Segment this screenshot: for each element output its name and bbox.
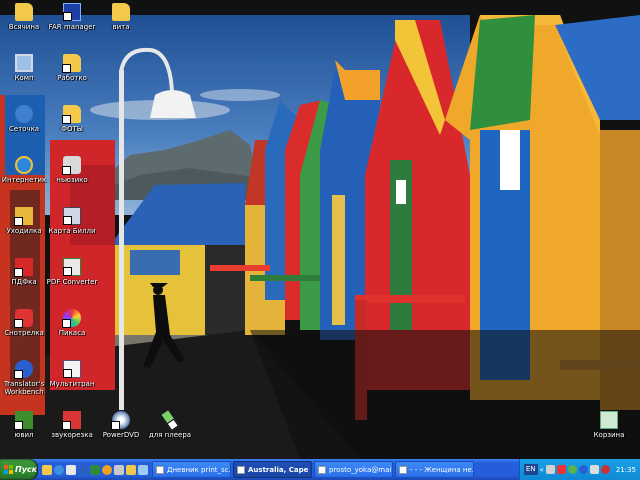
my-computer-icon xyxy=(15,54,33,72)
sound-cutter-icon xyxy=(62,411,81,430)
folder-icon xyxy=(62,54,81,73)
desktop-icon-pikasa[interactable]: Пикаса xyxy=(43,309,101,337)
desktop-icon-label: ньюзико xyxy=(56,176,88,184)
window-icon xyxy=(156,465,164,474)
pdf-icon xyxy=(14,258,33,277)
task-label: - - - Женщина не... xyxy=(410,465,474,474)
desktop-icon-label: Карта Билли xyxy=(48,227,96,235)
multitran-icon xyxy=(63,360,81,378)
desktop-icon-label: Мультитран xyxy=(49,380,95,388)
word-icon[interactable] xyxy=(78,464,88,475)
excel-icon[interactable] xyxy=(90,464,100,475)
powerdvd-icon xyxy=(111,411,130,430)
desktop-icon-rabotko[interactable]: Работко xyxy=(43,54,101,82)
browser-window-icon xyxy=(399,465,407,474)
start-label: Пуск xyxy=(15,465,38,474)
security-tray-icon[interactable] xyxy=(600,465,610,474)
taskbar-button-prosto-yoka[interactable]: prosto_yoka@mai... xyxy=(314,461,393,478)
viewer-icon xyxy=(14,309,33,328)
recycle-bin-icon xyxy=(600,411,618,429)
task-label: prosto_yoka@mai... xyxy=(329,465,393,474)
map-icon xyxy=(63,207,81,225)
desktop-icon-label: Работко xyxy=(57,74,87,82)
desktop-icon-dlya-pleera[interactable]: для плеера xyxy=(141,410,199,439)
desktop-icon-label: ФОТЫ xyxy=(61,125,83,133)
folder-icon[interactable] xyxy=(126,464,136,475)
desktop-icon-multitran[interactable]: Мультитран xyxy=(43,360,101,388)
desktop-icon-label: витa xyxy=(112,23,130,31)
taskbar-button-zhenshchina[interactable]: - - - Женщина не... xyxy=(395,461,474,478)
desktop-icon-nyuziko[interactable]: ньюзико xyxy=(43,156,101,184)
folder-icon xyxy=(112,3,130,21)
quick-launch xyxy=(38,459,152,480)
antivirus-tray-icon[interactable] xyxy=(556,465,566,474)
desktop-icon-label: PDF Converter xyxy=(46,278,98,286)
folder-icon xyxy=(15,3,33,21)
volume-tray-icon[interactable] xyxy=(589,465,599,474)
exit-icon xyxy=(14,207,33,226)
browser-icon[interactable] xyxy=(54,464,64,475)
taskbar: Пуск Дневник print_sc... Australia, Cape… xyxy=(0,459,640,480)
windows-logo-icon xyxy=(4,465,13,474)
desktop-icon-recycle-bin[interactable]: Корзина xyxy=(580,411,638,439)
yuvil-icon xyxy=(14,411,33,430)
notepad-icon[interactable] xyxy=(138,464,148,475)
calc-icon[interactable] xyxy=(114,464,124,475)
messenger-tray-icon[interactable] xyxy=(567,465,577,474)
task-label: Дневник print_sc... xyxy=(167,465,231,474)
update-tray-icon[interactable] xyxy=(578,465,588,474)
internet-explorer-icon xyxy=(15,156,33,174)
start-button[interactable]: Пуск xyxy=(0,459,38,480)
desktop: Всячина FAR manager витa Комп Работко Се… xyxy=(0,0,640,459)
folder-icon xyxy=(62,105,81,124)
taskbar-button-australia[interactable]: Australia, Cape ... xyxy=(233,461,312,478)
clock[interactable]: 21:35 xyxy=(616,466,636,474)
desktop-icon-karta-billi[interactable]: Карта Билли xyxy=(43,207,101,235)
translator-icon xyxy=(14,360,33,379)
desktop-icon-vita[interactable]: витa xyxy=(92,3,150,31)
show-hidden-icons-button[interactable]: « xyxy=(540,466,544,474)
taskbar-button-dnevnik[interactable]: Дневник print_sc... xyxy=(152,461,231,478)
desktop-icon-foty[interactable]: ФОТЫ xyxy=(43,105,101,133)
far-manager-icon xyxy=(63,3,81,21)
explorer-icon[interactable] xyxy=(42,464,52,475)
pdf-converter-icon xyxy=(63,258,81,276)
language-indicator[interactable]: EN xyxy=(523,464,538,475)
image-viewer-icon xyxy=(237,465,245,474)
network-tray-icon[interactable] xyxy=(545,465,555,474)
system-tray: EN « 21:35 xyxy=(518,459,640,480)
desktop-icon-label: Пикаса xyxy=(58,329,86,337)
desktop-icon-pdf-converter[interactable]: PDF Converter xyxy=(43,258,101,286)
desktop-icon-label: Корзина xyxy=(593,431,625,439)
desktop-icon-label: для плеера xyxy=(148,431,192,439)
mail-window-icon xyxy=(318,465,326,474)
network-icon xyxy=(15,105,33,123)
news-icon xyxy=(62,156,81,175)
player-icon xyxy=(161,410,179,430)
task-label: Australia, Cape ... xyxy=(248,465,312,474)
mail-icon[interactable] xyxy=(66,464,76,475)
media-icon[interactable] xyxy=(102,464,112,475)
picasa-icon xyxy=(62,309,81,328)
